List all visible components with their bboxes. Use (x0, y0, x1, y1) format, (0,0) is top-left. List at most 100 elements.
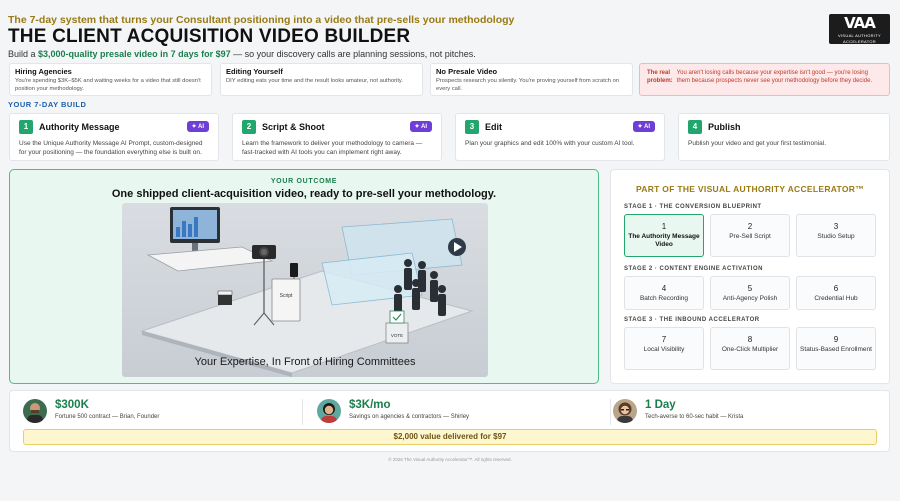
module-number: 9 (833, 335, 839, 344)
real-problem-callout: The real problem: You aren't losing call… (639, 63, 890, 96)
brand-logo[interactable]: VAA VISUAL AUTHORITY ACCELERATOR (829, 14, 890, 44)
module-label: Batch Recording (639, 295, 689, 302)
module-label: The Authority Message Video (628, 233, 700, 248)
testimonial-value: $3K/mo (349, 399, 391, 411)
subline-highlight: $3,000-quality presale video in 7 days f… (38, 49, 231, 59)
module-label: Studio Setup (817, 233, 855, 240)
step-description: Learn the framework to deliver your meth… (242, 140, 423, 156)
subheadline: Build a $3,000-quality presale video in … (8, 49, 476, 59)
pain-card-agencies: Hiring Agencies You're spending $3K–$5K … (9, 63, 212, 96)
module-label: Credential Hub (814, 295, 858, 302)
step-name: Script & Shoot (262, 122, 325, 132)
outcome-hero-image: Script VOTE Your Expertise, In Front of … (122, 203, 488, 377)
module-number: 3 (833, 222, 839, 231)
avatar (317, 399, 341, 423)
callout-heading: The real problem: (647, 70, 673, 84)
outcome-label: YOUR OUTCOME (270, 178, 338, 185)
phone-icon (290, 263, 298, 277)
step-number: 3 (465, 120, 479, 134)
footer-copyright: © 2026 The Visual Authority Accelerator™… (388, 457, 512, 462)
script-sign-text: Script (280, 293, 293, 299)
module-7-local-visibility[interactable]: 7 Local Visibility (624, 327, 704, 370)
module-4-batch-recording[interactable]: 4 Batch Recording (624, 276, 704, 310)
logo-mark: VAA (844, 14, 876, 32)
step-card-authority-message[interactable]: 1 Authority Message ✦ AI Use the Unique … (9, 113, 219, 161)
pain-text: You're spending $3K–$5K and waiting week… (15, 78, 201, 92)
outcome-panel: YOUR OUTCOME One shipped client-acquisit… (9, 169, 599, 384)
module-6-credential-hub[interactable]: 6 Credential Hub (796, 276, 876, 310)
hero-caption: Your Expertise, In Front of Hiring Commi… (194, 356, 416, 368)
module-number: 8 (747, 335, 753, 344)
step-number: 1 (19, 120, 33, 134)
module-number: 7 (661, 335, 667, 344)
vote-sign-text: VOTE (391, 333, 403, 338)
accelerator-panel: PART OF THE VISUAL AUTHORITY ACCELERATOR… (610, 169, 890, 384)
divider (302, 399, 303, 425)
module-5-anti-agency-polish[interactable]: 5 Anti-Agency Polish (710, 276, 790, 310)
testimonial-shirley: $3K/mo Savings on agencies & contractors… (317, 399, 597, 423)
module-number: 6 (833, 284, 839, 293)
testimonial-author: Fortune 500 contract — Brian, Founder (55, 414, 160, 420)
stage-label: STAGE 1 · THE CONVERSION BLUEPRINT (624, 204, 762, 210)
module-label: Anti-Agency Polish (722, 295, 778, 302)
page-title: THE CLIENT ACQUISITION VIDEO BUILDER (8, 26, 411, 47)
stage-label: STAGE 2 · CONTENT ENGINE ACTIVATION (624, 266, 763, 272)
step-description: Publish your video and get your first te… (688, 140, 827, 147)
testimonial-author: Tech-averse to 60-sec habit — Krista (645, 414, 744, 420)
testimonial-krista: 1 Day Tech-averse to 60-sec habit — Kris… (613, 399, 873, 423)
tagline: The 7-day system that turns your Consult… (8, 14, 515, 26)
step-name: Edit (485, 122, 502, 132)
module-label: Status-Based Enrollment (800, 346, 872, 353)
module-label: Local Visibility (643, 346, 685, 353)
subline-pre: Build a (8, 49, 39, 59)
pain-text: DIY editing eats your time and the resul… (226, 78, 404, 84)
divider (610, 399, 611, 425)
pain-card-presale: No Presale Video Prospects research you … (430, 63, 633, 96)
module-number: 1 (661, 222, 667, 231)
step-description: Use the Unique Authority Message AI Prom… (19, 140, 203, 156)
callout-text: You aren't losing calls because your exp… (676, 70, 873, 84)
script-stand-icon (271, 278, 301, 322)
accelerator-title: PART OF THE VISUAL AUTHORITY ACCELERATOR… (635, 184, 865, 194)
step-card-edit[interactable]: 3 Edit ✦ AI Plan your graphics and edit … (455, 113, 665, 161)
testimonial-author: Savings on agencies & contractors — Shir… (349, 414, 470, 420)
avatar (613, 399, 637, 423)
testimonial-brian: $300K Fortune 500 contract — Brian, Foun… (23, 399, 293, 423)
clapper-icon (218, 295, 232, 305)
module-9-status-based-enrollment[interactable]: 9 Status-Based Enrollment (796, 327, 876, 370)
step-card-publish[interactable]: 4 Publish Publish your video and get you… (678, 113, 890, 161)
module-number: 4 (661, 284, 667, 293)
outcome-headline: One shipped client-acquisition video, re… (111, 188, 497, 200)
module-1-authority-message-video[interactable]: 1 The Authority Message Video (624, 214, 704, 257)
logo-subtext: VISUAL AUTHORITY ACCELERATOR (838, 33, 881, 44)
step-description: Plan your graphics and edit 100% with yo… (465, 140, 635, 147)
step-number: 2 (242, 120, 256, 134)
value-banner: $2,000 value delivered for $97 (23, 429, 877, 445)
pain-text: Prospects research you silently. You're … (436, 78, 620, 92)
module-3-studio-setup[interactable]: 3 Studio Setup (796, 214, 876, 257)
module-number: 5 (747, 284, 753, 293)
pain-heading: Editing Yourself (226, 67, 283, 76)
stage-label: STAGE 3 · THE INBOUND ACCELERATOR (624, 317, 760, 323)
avatar (23, 399, 47, 423)
module-8-one-click-multiplier[interactable]: 8 One-Click Multiplier (710, 327, 790, 370)
pain-card-editing: Editing Yourself DIY editing eats your t… (220, 63, 423, 96)
build-section-label: YOUR 7-DAY BUILD (8, 100, 87, 109)
subline-post: — so your discovery calls are planning s… (230, 49, 476, 59)
module-number: 2 (747, 222, 753, 231)
step-name: Publish (708, 122, 741, 132)
testimonial-value: $300K (55, 399, 89, 411)
social-proof-panel: $300K Fortune 500 contract — Brian, Foun… (9, 390, 890, 452)
module-label: Pre-Sell Script (729, 233, 771, 240)
ai-badge: ✦ AI (186, 121, 209, 132)
ai-badge: ✦ AI (409, 121, 432, 132)
step-name: Authority Message (39, 122, 120, 132)
ai-badge: ✦ AI (632, 121, 655, 132)
testimonial-value: 1 Day (645, 399, 676, 411)
pain-heading: No Presale Video (436, 67, 498, 76)
module-2-pre-sell-script[interactable]: 2 Pre-Sell Script (710, 214, 790, 257)
module-label: One-Click Multiplier (721, 346, 779, 353)
step-card-script-shoot[interactable]: 2 Script & Shoot ✦ AI Learn the framewor… (232, 113, 442, 161)
studio-illustration: Script VOTE (140, 207, 474, 377)
pain-heading: Hiring Agencies (15, 67, 72, 76)
